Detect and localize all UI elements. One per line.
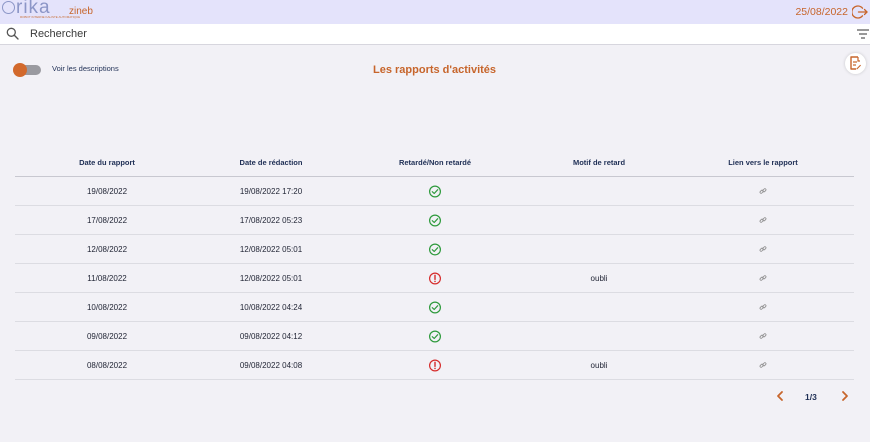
new-report-button[interactable] [845, 53, 866, 74]
search-bar: Rechercher [0, 24, 870, 45]
delay-reason-cell: oubli [590, 361, 608, 370]
report-date-cell: 17/08/2022 [86, 216, 128, 225]
chevron-right-icon[interactable] [841, 390, 849, 402]
delay-reason-cell: oubli [590, 274, 608, 283]
chevron-left-icon[interactable] [776, 390, 784, 402]
search-input[interactable]: Rechercher [30, 28, 87, 40]
page-title: Les rapports d'activités [373, 64, 497, 76]
column-header-delay-reason: Motif de retard [572, 158, 626, 167]
report-date-cell: 08/08/2022 [86, 361, 128, 370]
late-warning-icon [428, 359, 442, 372]
reports-table: Date du rapport Date de rédaction Retard… [15, 148, 854, 380]
logout-icon[interactable] [852, 4, 868, 20]
table-row: 10/08/2022 10/08/2022 04:24 [15, 293, 854, 322]
written-date-cell: 12/08/2022 05:01 [239, 245, 303, 254]
report-link-icon[interactable] [759, 187, 767, 195]
report-link-icon[interactable] [759, 245, 767, 253]
column-header-late-status: Retardé/Non retardé [398, 158, 472, 167]
on-time-check-icon [428, 330, 442, 343]
table-row: 19/08/2022 19/08/2022 17:20 [15, 177, 854, 206]
written-date-cell: 19/08/2022 17:20 [239, 187, 303, 196]
report-date-cell: 11/08/2022 [87, 274, 127, 283]
written-date-cell: 10/08/2022 04:24 [239, 303, 303, 312]
descriptions-toggle[interactable] [13, 63, 41, 77]
toggle-knob [13, 63, 27, 77]
column-header-report-date: Date du rapport [79, 158, 135, 167]
report-date-cell: 19/08/2022 [86, 187, 128, 196]
report-date-cell: 12/08/2022 [86, 245, 128, 254]
pagination: 1/3 [0, 389, 870, 405]
report-link-icon[interactable] [759, 303, 767, 311]
late-warning-icon [428, 272, 442, 285]
written-date-cell: 12/08/2022 05:01 [239, 274, 303, 283]
toggle-label: Voir les descriptions [52, 64, 119, 73]
top-bar: rika ROBOT INTERNE KALISTE AUTOMATIQUE z… [0, 0, 870, 24]
table-header: Date du rapport Date de rédaction Retard… [15, 148, 854, 177]
column-header-written-date: Date de rédaction [239, 158, 303, 167]
search-icon [6, 27, 19, 40]
report-link-icon[interactable] [759, 274, 767, 282]
report-link-icon[interactable] [759, 332, 767, 340]
on-time-check-icon [428, 185, 442, 198]
page-indicator: 1/3 [805, 392, 817, 402]
filter-icon[interactable] [856, 27, 870, 41]
logo-ring-icon [2, 1, 15, 14]
username: zineb [69, 6, 93, 17]
report-link-icon[interactable] [759, 361, 767, 369]
table-row: 09/08/2022 09/08/2022 04:12 [15, 322, 854, 351]
written-date-cell: 09/08/2022 04:08 [239, 361, 303, 370]
table-row: 12/08/2022 12/08/2022 05:01 [15, 235, 854, 264]
written-date-cell: 09/08/2022 04:12 [239, 332, 303, 341]
table-row: 08/08/2022 09/08/2022 04:08 oubli [15, 351, 854, 380]
edit-document-icon [850, 56, 861, 70]
table-body: 19/08/2022 19/08/2022 17:20 17/08/2022 17/0… [15, 177, 854, 380]
column-header-report-link: Lien vers le rapport [728, 158, 798, 167]
current-date: 25/08/2022 [795, 6, 848, 18]
table-row: 11/08/2022 12/08/2022 05:01 oubli [15, 264, 854, 293]
table-row: 17/08/2022 17/08/2022 05:23 [15, 206, 854, 235]
report-date-cell: 10/08/2022 [86, 303, 128, 312]
on-time-check-icon [428, 301, 442, 314]
report-link-icon[interactable] [759, 216, 767, 224]
on-time-check-icon [428, 243, 442, 256]
written-date-cell: 17/08/2022 05:23 [239, 216, 303, 225]
on-time-check-icon [428, 214, 442, 227]
report-date-cell: 09/08/2022 [86, 332, 128, 341]
